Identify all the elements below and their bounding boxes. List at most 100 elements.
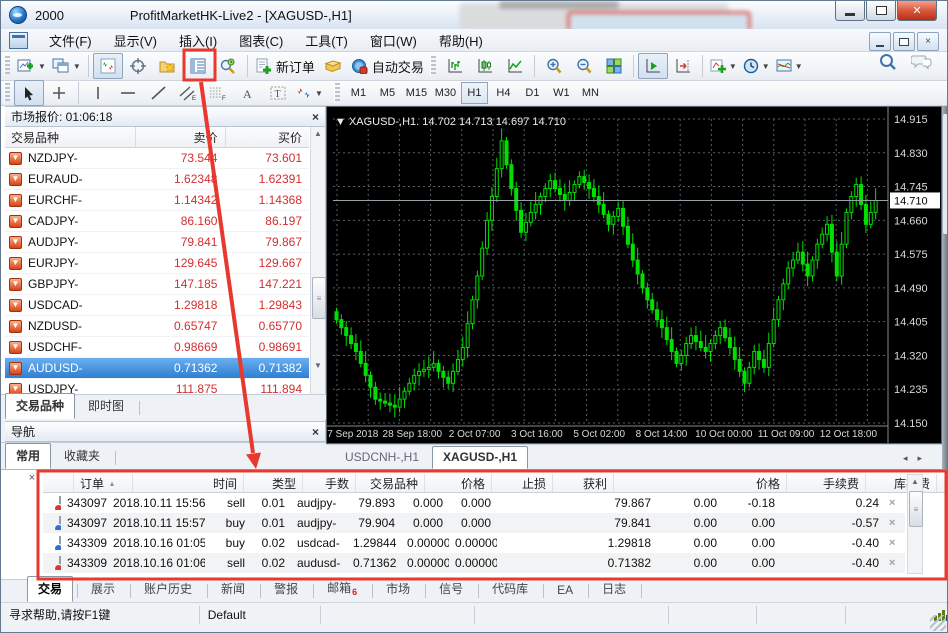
bar-chart-type-button[interactable] [440, 53, 470, 79]
crosshair-tool-button[interactable] [44, 80, 74, 106]
market-watch-row[interactable]: ▼ EURCHF- 1.14342 1.14368 [5, 190, 309, 211]
autotrading-button[interactable]: 自动交易 [348, 53, 427, 79]
menu-item-6[interactable]: 帮助(H) [428, 29, 494, 52]
column-ask[interactable]: 买价 [226, 127, 309, 147]
timeframe-h4[interactable]: H4 [490, 82, 517, 104]
bottom-tab-2[interactable]: 账户历史 [133, 576, 203, 602]
navigator-button[interactable] [153, 53, 183, 79]
chart-tab-usdcnh[interactable]: USDCNH-,H1 [334, 446, 430, 469]
close-button[interactable]: ✕ [897, 1, 937, 21]
market-watch-row[interactable]: ▼ EURJPY- 129.645 129.667 [5, 253, 309, 274]
toolbar-grip[interactable] [4, 56, 10, 76]
timeframe-h1[interactable]: H1 [460, 82, 488, 104]
terminal-column-3[interactable]: 手数 [303, 474, 356, 492]
order-row[interactable]: 3433098 2018.10.16 01:05:54 buy 0.02 usdcad-… [43, 533, 905, 553]
column-symbol[interactable]: 交易品种 [5, 127, 137, 147]
menu-item-0[interactable]: 文件(F) [38, 29, 103, 52]
chart-tab-xagusd[interactable]: XAGUSD-,H1 [432, 446, 529, 469]
fibonacci-button[interactable]: F [203, 80, 233, 106]
menu-item-2[interactable]: 插入(I) [168, 29, 228, 52]
market-watch-row[interactable]: ▼ NZDJPY- 73.544 73.601 [5, 148, 309, 169]
order-row[interactable]: 3433099 2018.10.16 01:06:05 sell 0.02 audusd… [43, 553, 905, 573]
bottom-tab-7[interactable]: 信号 [428, 576, 474, 602]
terminal-column-11[interactable]: 获利 [937, 474, 947, 492]
terminal-column-6[interactable]: 止损 [492, 474, 553, 492]
search-icon[interactable] [879, 53, 897, 71]
chart-shift-button[interactable] [668, 53, 698, 79]
equidistant-channel-button[interactable]: E [173, 80, 203, 106]
child-close-button[interactable]: × [917, 32, 939, 51]
terminal-column-7[interactable]: 获利 [553, 474, 614, 492]
navigator-close-icon[interactable]: × [312, 425, 319, 439]
chart-tab-scroll-arrows[interactable]: ◂▸ [903, 453, 932, 464]
text-button[interactable]: A [233, 80, 263, 106]
chart-window[interactable]: 14.915 14.830 14.745 14.660 14.575 14.490 14.4… [322, 106, 942, 444]
zoom-in-button[interactable] [539, 53, 569, 79]
child-restore-button[interactable] [893, 32, 915, 51]
close-order-icon[interactable]: × [885, 557, 895, 569]
child-minimize-button[interactable] [869, 32, 891, 51]
tile-windows-button[interactable] [599, 53, 629, 79]
tab-tick-chart[interactable]: 即时图 [77, 393, 135, 419]
scroll-thumb[interactable]: ≡ [909, 491, 923, 527]
close-order-icon[interactable]: × [885, 537, 895, 549]
zoom-out-button[interactable] [569, 53, 599, 79]
candlestick-type-button[interactable] [470, 53, 500, 79]
market-watch-row[interactable]: ▼ USDCHF- 0.98669 0.98691 [5, 337, 309, 358]
chart-document-icon[interactable] [9, 31, 28, 49]
timeframe-m15[interactable]: M15 [403, 82, 430, 104]
text-label-button[interactable]: T [263, 80, 293, 106]
timeframe-mn[interactable]: MN [577, 82, 604, 104]
menu-item-5[interactable]: 窗口(W) [359, 29, 428, 52]
resize-grip[interactable] [930, 615, 946, 631]
market-watch-row[interactable]: ▼ AUDJPY- 79.841 79.867 [5, 232, 309, 253]
terminal-column-2[interactable]: 类型 [244, 474, 303, 492]
periods-button[interactable]: ▼ [740, 53, 773, 79]
close-order-icon[interactable]: × [885, 497, 895, 509]
terminal-column-5[interactable]: 价格 [425, 474, 492, 492]
terminal-column-8[interactable]: 价格 [614, 474, 787, 492]
scroll-down-icon[interactable]: ▼ [312, 361, 324, 370]
market-watch-row[interactable]: ▼ AUDUSD- 0.71362 0.71382 [5, 358, 309, 379]
market-watch-row[interactable]: ▼ USDJPY- 111.875 111.894 [5, 379, 309, 394]
bottom-tab-9[interactable]: EA [546, 579, 584, 602]
market-watch-row[interactable]: ▼ EURAUD- 1.62348 1.62391 [5, 169, 309, 190]
close-order-icon[interactable]: × [885, 517, 895, 529]
terminal-column-0[interactable]: 订单 ▴ [74, 474, 133, 492]
arrows-button[interactable]: ▼ [293, 80, 326, 106]
bottom-tab-1[interactable]: 展示 [80, 576, 126, 602]
column-bid[interactable]: 卖价 [136, 127, 226, 147]
status-profile[interactable]: Default [200, 605, 322, 624]
cursor-button[interactable] [14, 80, 44, 106]
terminal-close-icon[interactable]: × [25, 472, 39, 486]
bottom-tab-5[interactable]: 邮箱6 [316, 575, 368, 602]
market-watch-row[interactable]: ▼ GBPJPY- 147.185 147.221 [5, 274, 309, 295]
chat-icon[interactable] [911, 54, 933, 71]
market-watch-row[interactable]: ▼ CADJPY- 86.160 86.197 [5, 211, 309, 232]
bottom-tab-8[interactable]: 代码库 [481, 576, 539, 602]
candlestick-chart[interactable]: 14.915 14.830 14.745 14.660 14.575 14.490 14.4… [322, 107, 941, 443]
tab-symbols[interactable]: 交易品种 [5, 393, 76, 419]
menu-item-3[interactable]: 图表(C) [228, 29, 294, 52]
market-watch-scrollbar[interactable]: ▲ ≡ ▼ [310, 127, 326, 394]
strategy-tester-button[interactable] [213, 53, 243, 79]
indicators-button[interactable]: ▼ [707, 53, 740, 79]
order-row[interactable]: 3430974 2018.10.11 15:57:08 buy 0.01 audjpy-… [43, 513, 905, 533]
market-watch-row[interactable]: ▼ NZDUSD- 0.65747 0.65770 [5, 316, 309, 337]
terminal-column-9[interactable]: 手续费 [787, 474, 866, 492]
menu-item-4[interactable]: 工具(T) [294, 29, 359, 52]
line-chart-type-button[interactable] [500, 53, 530, 79]
scroll-thumb[interactable]: ≡ [312, 277, 326, 319]
terminal-column-4[interactable]: 交易品种 [356, 474, 425, 492]
terminal-column-10[interactable]: 库存费 [866, 474, 937, 492]
terminal-scrollbar[interactable]: ▲ ≡ [907, 474, 923, 574]
metaeditor-button[interactable] [318, 53, 348, 79]
timeframe-m1[interactable]: M1 [345, 82, 372, 104]
bottom-tab-10[interactable]: 日志 [591, 576, 637, 602]
data-window-button[interactable] [123, 53, 153, 79]
market-watch-button[interactable] [92, 53, 123, 79]
chart-window-scrollbar[interactable] [942, 106, 947, 469]
scroll-up-icon[interactable]: ▲ [312, 129, 324, 138]
horizontal-line-button[interactable] [113, 80, 143, 106]
terminal-column-1[interactable]: 时间 [133, 474, 244, 492]
